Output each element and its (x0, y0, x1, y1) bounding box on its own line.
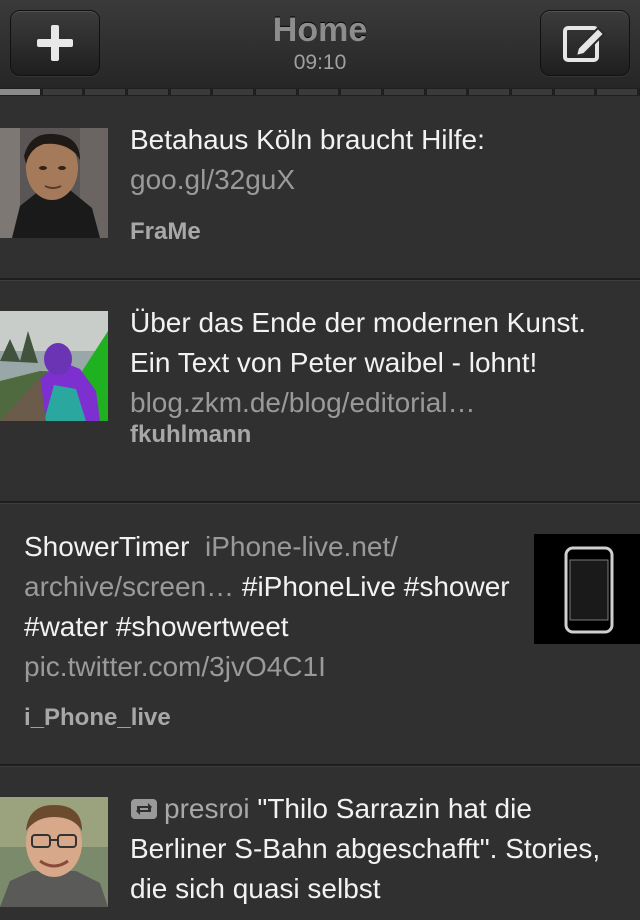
tweet-text: Betahaus Köln braucht Hilfe: goo.gl/32gu… (130, 120, 620, 200)
page-indicator-segment (85, 89, 126, 95)
avatar[interactable] (0, 311, 108, 421)
plus-icon (37, 25, 73, 61)
page-indicator-segment (469, 89, 510, 95)
page-indicator-segment (256, 89, 296, 95)
add-button[interactable] (10, 10, 100, 76)
tweet-text: Über das Ende der modernen Kunst. Ein Te… (130, 303, 620, 423)
page-indicator-segment (128, 89, 168, 95)
tweet-row[interactable]: Über das Ende der modernen Kunst. Ein Te… (0, 280, 640, 503)
tweet-body: Betahaus Köln braucht Hilfe: (130, 124, 485, 155)
page-indicator-segment (426, 89, 467, 95)
page-indicator-segment (213, 89, 254, 95)
tweet-username[interactable]: fkuhlmann (130, 421, 251, 449)
page-indicator-segment (341, 89, 382, 95)
nav-bar: Home 09:10 (0, 0, 640, 89)
compose-icon (563, 26, 606, 62)
page-indicator-segment (554, 89, 595, 95)
page-indicator-segment (298, 89, 339, 95)
tweet-row[interactable]: presroi "Thilo Sarrazin hat die Berliner… (0, 766, 640, 920)
tweet-username[interactable]: i_Phone_live (24, 704, 171, 732)
page-indicator-segment (597, 89, 638, 95)
page-indicator-segment (0, 89, 40, 95)
retweet-icon (131, 799, 157, 819)
tweet-row[interactable]: ShowerTimer iPhone-live.net/ archive/scr… (0, 503, 640, 766)
page-indicator (0, 88, 640, 96)
avatar[interactable] (0, 128, 108, 238)
tweet-link[interactable]: blog.zkm.de/blog/editorial… (130, 387, 476, 418)
tweet-text: presroi "Thilo Sarrazin hat die Berliner… (130, 789, 620, 909)
app-window: Home 09:10 Betahaus Köln braucht Hilfe: … (0, 0, 640, 920)
tweet-pic-link[interactable]: pic.twitter.com/3jvO4C1I (24, 651, 326, 682)
avatar[interactable] (0, 797, 108, 907)
tweet-row[interactable]: Betahaus Köln braucht Hilfe: goo.gl/32gu… (0, 97, 640, 280)
page-title: Home (272, 11, 368, 49)
tweet-text: ShowerTimer iPhone-live.net/ archive/scr… (24, 527, 514, 687)
page-indicator-segment (384, 89, 424, 95)
tweet-body: ShowerTimer (24, 531, 190, 562)
tweet-link[interactable]: goo.gl/32guX (130, 164, 295, 195)
tweet-media-thumbnail[interactable] (534, 534, 640, 644)
retweeter-name[interactable]: presroi (164, 793, 250, 824)
tweet-body: Über das Ende der modernen Kunst. Ein Te… (130, 307, 587, 378)
compose-button[interactable] (540, 10, 630, 76)
page-indicator-segment (512, 89, 552, 95)
phone-icon (564, 546, 614, 634)
clock-time: 09:10 (293, 51, 347, 74)
page-indicator-segment (170, 89, 211, 95)
page-indicator-segment (42, 89, 83, 95)
timeline: Betahaus Köln braucht Hilfe: goo.gl/32gu… (0, 97, 640, 920)
tweet-username[interactable]: FraMe (130, 218, 201, 246)
